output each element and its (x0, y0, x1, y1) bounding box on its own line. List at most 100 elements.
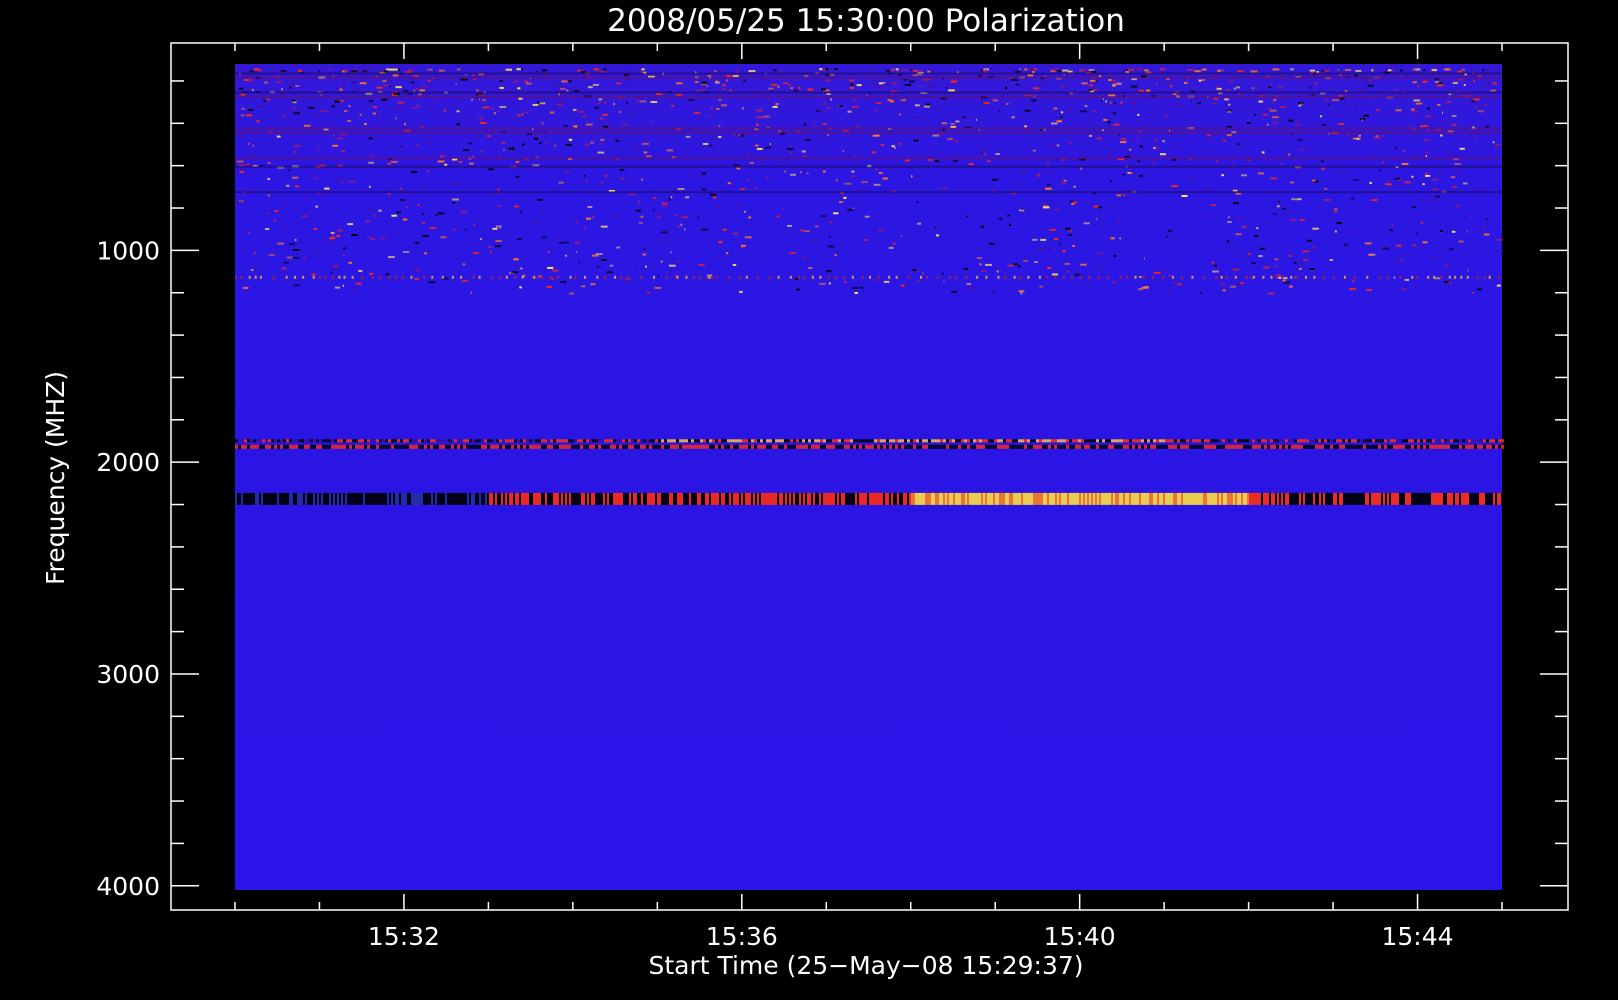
band-2180-cell (309, 492, 311, 505)
noise-speck (490, 139, 493, 142)
band-speck (1098, 275, 1100, 279)
noise-speck (1325, 99, 1330, 102)
noise-speck (1047, 161, 1049, 164)
band-1900-cell (580, 444, 583, 449)
band-1900-cell (784, 439, 787, 443)
noise-speck (825, 79, 831, 82)
noise-speck (517, 238, 522, 240)
noise-speck (427, 79, 431, 82)
noise-speck (397, 107, 402, 110)
noise-speck (349, 180, 355, 183)
noise-speck (583, 226, 587, 229)
band-2180-cell (1231, 492, 1233, 505)
noise-speck (769, 143, 771, 145)
noise-speck (1422, 183, 1425, 186)
band-2180-cell (589, 492, 591, 505)
band-1900-cell (1384, 439, 1387, 443)
band-1900-cell (403, 439, 406, 443)
band-2180-cell (307, 492, 309, 505)
noise-speck (515, 116, 519, 119)
noise-speck (1215, 159, 1218, 162)
noise-speck (850, 83, 854, 86)
band-1900-cell (925, 444, 928, 449)
band-1900-cell (1327, 439, 1330, 443)
noise-speck (925, 103, 930, 106)
band-1900-cell (1210, 444, 1213, 449)
band-2180-cell (361, 492, 363, 505)
band-speck (739, 275, 742, 279)
band-speck (745, 275, 748, 279)
noise-speck (1206, 134, 1211, 137)
noise-speck (797, 86, 801, 89)
noise-speck (1425, 151, 1430, 154)
noise-speck (1007, 214, 1011, 217)
band-2180-cell (1201, 492, 1203, 505)
band-1900-cell (1297, 439, 1300, 443)
band-1900-cell (478, 439, 481, 443)
noise-speck (799, 229, 804, 232)
band-2180-cell (643, 492, 645, 505)
noise-speck (1212, 102, 1216, 105)
noise-speck (1400, 74, 1403, 77)
band-1900-cell (940, 439, 943, 443)
band-2180-cell (657, 492, 659, 505)
noise-speck (733, 134, 735, 137)
band-2180-cell (1133, 492, 1135, 505)
band-2180-cell (1199, 492, 1201, 505)
band-1900-cell (1090, 439, 1093, 443)
noise-speck (1247, 253, 1252, 255)
band-2180-cell (821, 492, 823, 505)
noise-speck (339, 181, 345, 184)
band-2180-cell (1487, 492, 1489, 505)
noise-speck (638, 221, 643, 224)
noise-speck (986, 209, 988, 212)
noise-speck (291, 107, 297, 110)
band-2180-cell (433, 492, 435, 505)
band-2180-cell (1241, 492, 1243, 505)
noise-speck (875, 102, 882, 104)
band-2180-cell (1115, 492, 1117, 505)
band-1900-cell (1219, 439, 1222, 443)
band-1900-cell (1030, 439, 1033, 443)
band-speck (472, 275, 475, 279)
noise-speck (694, 81, 699, 84)
band-2180-cell (1375, 492, 1377, 505)
noise-speck (1226, 109, 1233, 112)
band-1900-cell (613, 439, 616, 443)
x-axis-title: Start Time (25−May−08 15:29:37) (648, 951, 1083, 980)
noise-speck (1235, 233, 1242, 236)
band-1900-cell (922, 444, 925, 449)
band-2180-cell (249, 492, 251, 505)
band-1900-cell (382, 439, 385, 443)
band-1900-cell (1189, 439, 1192, 443)
noise-speck (1046, 183, 1051, 186)
noise-speck (1471, 69, 1475, 72)
band-2180-cell (1369, 492, 1371, 505)
noise-speck (1210, 204, 1216, 207)
band-2180-cell (325, 492, 327, 505)
noise-speck (1436, 171, 1443, 174)
band-2180-cell (751, 492, 753, 505)
noise-speck (1328, 103, 1330, 106)
noise-speck (748, 70, 756, 73)
band-2180-cell (1347, 492, 1349, 505)
band-2180-cell (1427, 492, 1429, 505)
band-1900-cell (430, 439, 433, 443)
band-1900-cell (1123, 444, 1126, 449)
band-2180-cell (941, 492, 943, 505)
band-1900-cell (346, 444, 349, 449)
noise-speck (284, 225, 288, 228)
band-speck (653, 275, 656, 279)
band-1900-cell (874, 439, 877, 443)
band-speck (827, 275, 830, 279)
band-2180-cell (1165, 492, 1167, 505)
noise-speck (414, 278, 419, 281)
band-1900-cell (289, 444, 292, 449)
band-2180-cell (371, 492, 373, 505)
band-1900-cell (808, 439, 811, 443)
band-1900-cell (1063, 444, 1066, 449)
noise-speck (732, 264, 737, 266)
noise-speck (726, 279, 728, 282)
band-1900-cell (244, 444, 247, 449)
band-speck (1353, 275, 1356, 279)
